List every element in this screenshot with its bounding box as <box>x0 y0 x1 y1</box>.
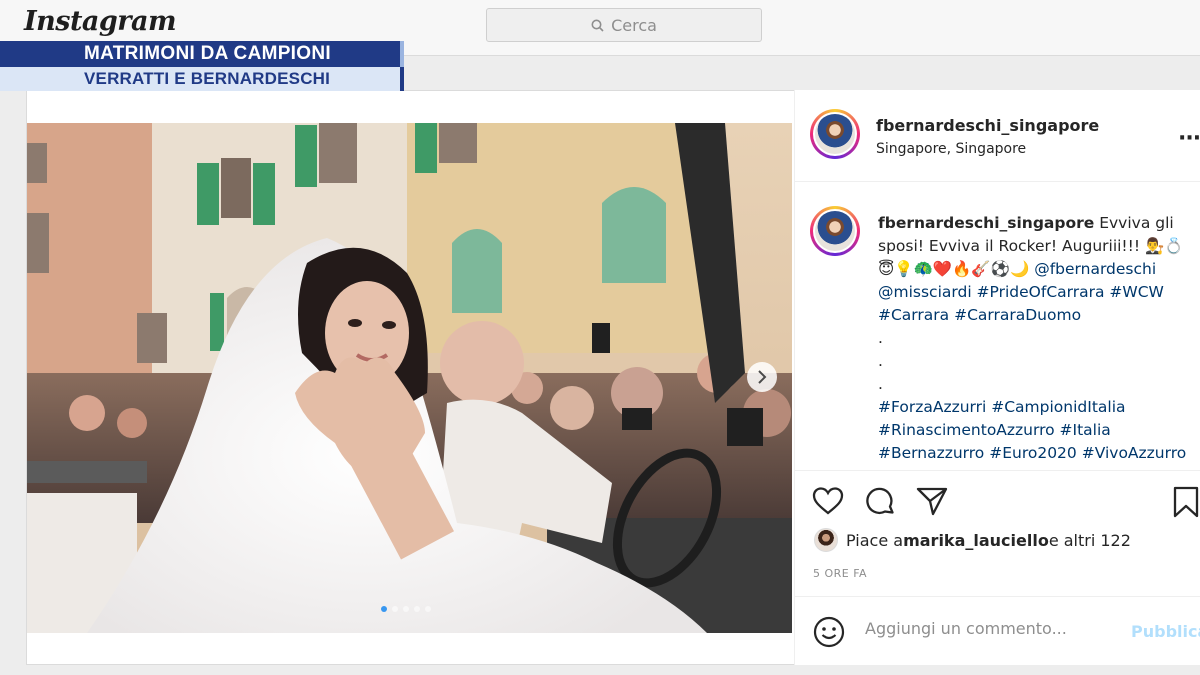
more-options-icon[interactable]: ··· <box>1178 126 1200 151</box>
caption-hashtags[interactable]: #Bernazzurro #Euro2020 #VivoAzzurro <box>878 442 1196 465</box>
divider <box>795 470 1200 471</box>
liker-avatar <box>814 528 838 552</box>
carousel-dot <box>403 606 409 612</box>
caption-username[interactable]: fbernardeschi_singapore <box>878 214 1094 232</box>
carousel-dot <box>425 606 431 612</box>
share-icon[interactable] <box>916 486 948 516</box>
search-icon <box>591 19 604 32</box>
likes-prefix: Piace a <box>846 530 904 550</box>
comment-icon[interactable] <box>864 486 896 518</box>
wedding-photo-illustration <box>27 123 792 633</box>
heart-icon[interactable] <box>812 486 844 516</box>
caption-dot: . <box>878 329 883 347</box>
post-location[interactable]: Singapore, Singapore <box>876 141 1026 157</box>
caption-text: Evviva gli <box>1094 214 1174 232</box>
banner-subtitle: VERRATTI E BERNARDESCHI <box>0 67 404 91</box>
post-author-username[interactable]: fbernardeschi_singapore <box>876 116 1099 135</box>
carousel-dot <box>414 606 420 612</box>
liker-username[interactable]: marika_lauciello <box>903 531 1049 550</box>
publish-button[interactable]: Pubblica <box>1131 622 1200 641</box>
post-caption: fbernardeschi_singapore Evviva gli sposi… <box>878 212 1196 465</box>
carousel-next-button[interactable] <box>747 362 777 392</box>
carousel-dot <box>381 606 387 612</box>
post-photo[interactable] <box>27 123 792 633</box>
likes-summary[interactable]: Piace a marika_lauciello e altri 122 <box>814 528 1131 552</box>
divider <box>795 596 1200 597</box>
divider <box>795 181 1200 182</box>
caption-hashtags[interactable]: #ForzaAzzurri #CampionidItalia <box>878 396 1196 419</box>
carousel-dot <box>392 606 398 612</box>
post-timestamp: 5 ORE FA <box>813 567 868 580</box>
emoji-icon[interactable] <box>812 615 846 649</box>
instagram-logo[interactable]: Instagram <box>24 6 177 37</box>
next-arrow-icon <box>758 370 767 384</box>
save-icon[interactable] <box>1172 486 1200 518</box>
likes-suffix[interactable]: e altri 122 <box>1049 531 1131 550</box>
search-box[interactable]: Cerca <box>486 8 762 42</box>
caption-hashtags[interactable]: #RinascimentoAzzurro #Italia <box>878 419 1196 442</box>
tv-news-banner: MATRIMONI DA CAMPIONI VERRATTI E BERNARD… <box>0 41 404 91</box>
post-author-avatar[interactable] <box>810 109 860 159</box>
caption-avatar[interactable] <box>810 206 860 256</box>
caption-text: sposi! Evviva il Rocker! Auguriii!!! 👨‍⚖… <box>878 237 1184 255</box>
banner-title: MATRIMONI DA CAMPIONI <box>0 41 404 67</box>
caption-emojis: 😇💡🦚❤️🔥🎸⚽🌙 <box>878 260 1035 278</box>
caption-hashtags[interactable]: #Carrara #CarraraDuomo <box>878 304 1196 327</box>
comment-bar: Pubblica <box>812 615 1200 649</box>
caption-dot: . <box>878 352 883 370</box>
caption-dot: . <box>878 375 883 393</box>
caption-hashtags[interactable]: @missciardi #PrideOfCarrara #WCW <box>878 281 1196 304</box>
search-placeholder: Cerca <box>611 15 657 35</box>
carousel-indicator <box>381 606 431 612</box>
comment-input[interactable] <box>865 619 1125 638</box>
caption-mention[interactable]: @fbernardeschi <box>1034 260 1156 278</box>
